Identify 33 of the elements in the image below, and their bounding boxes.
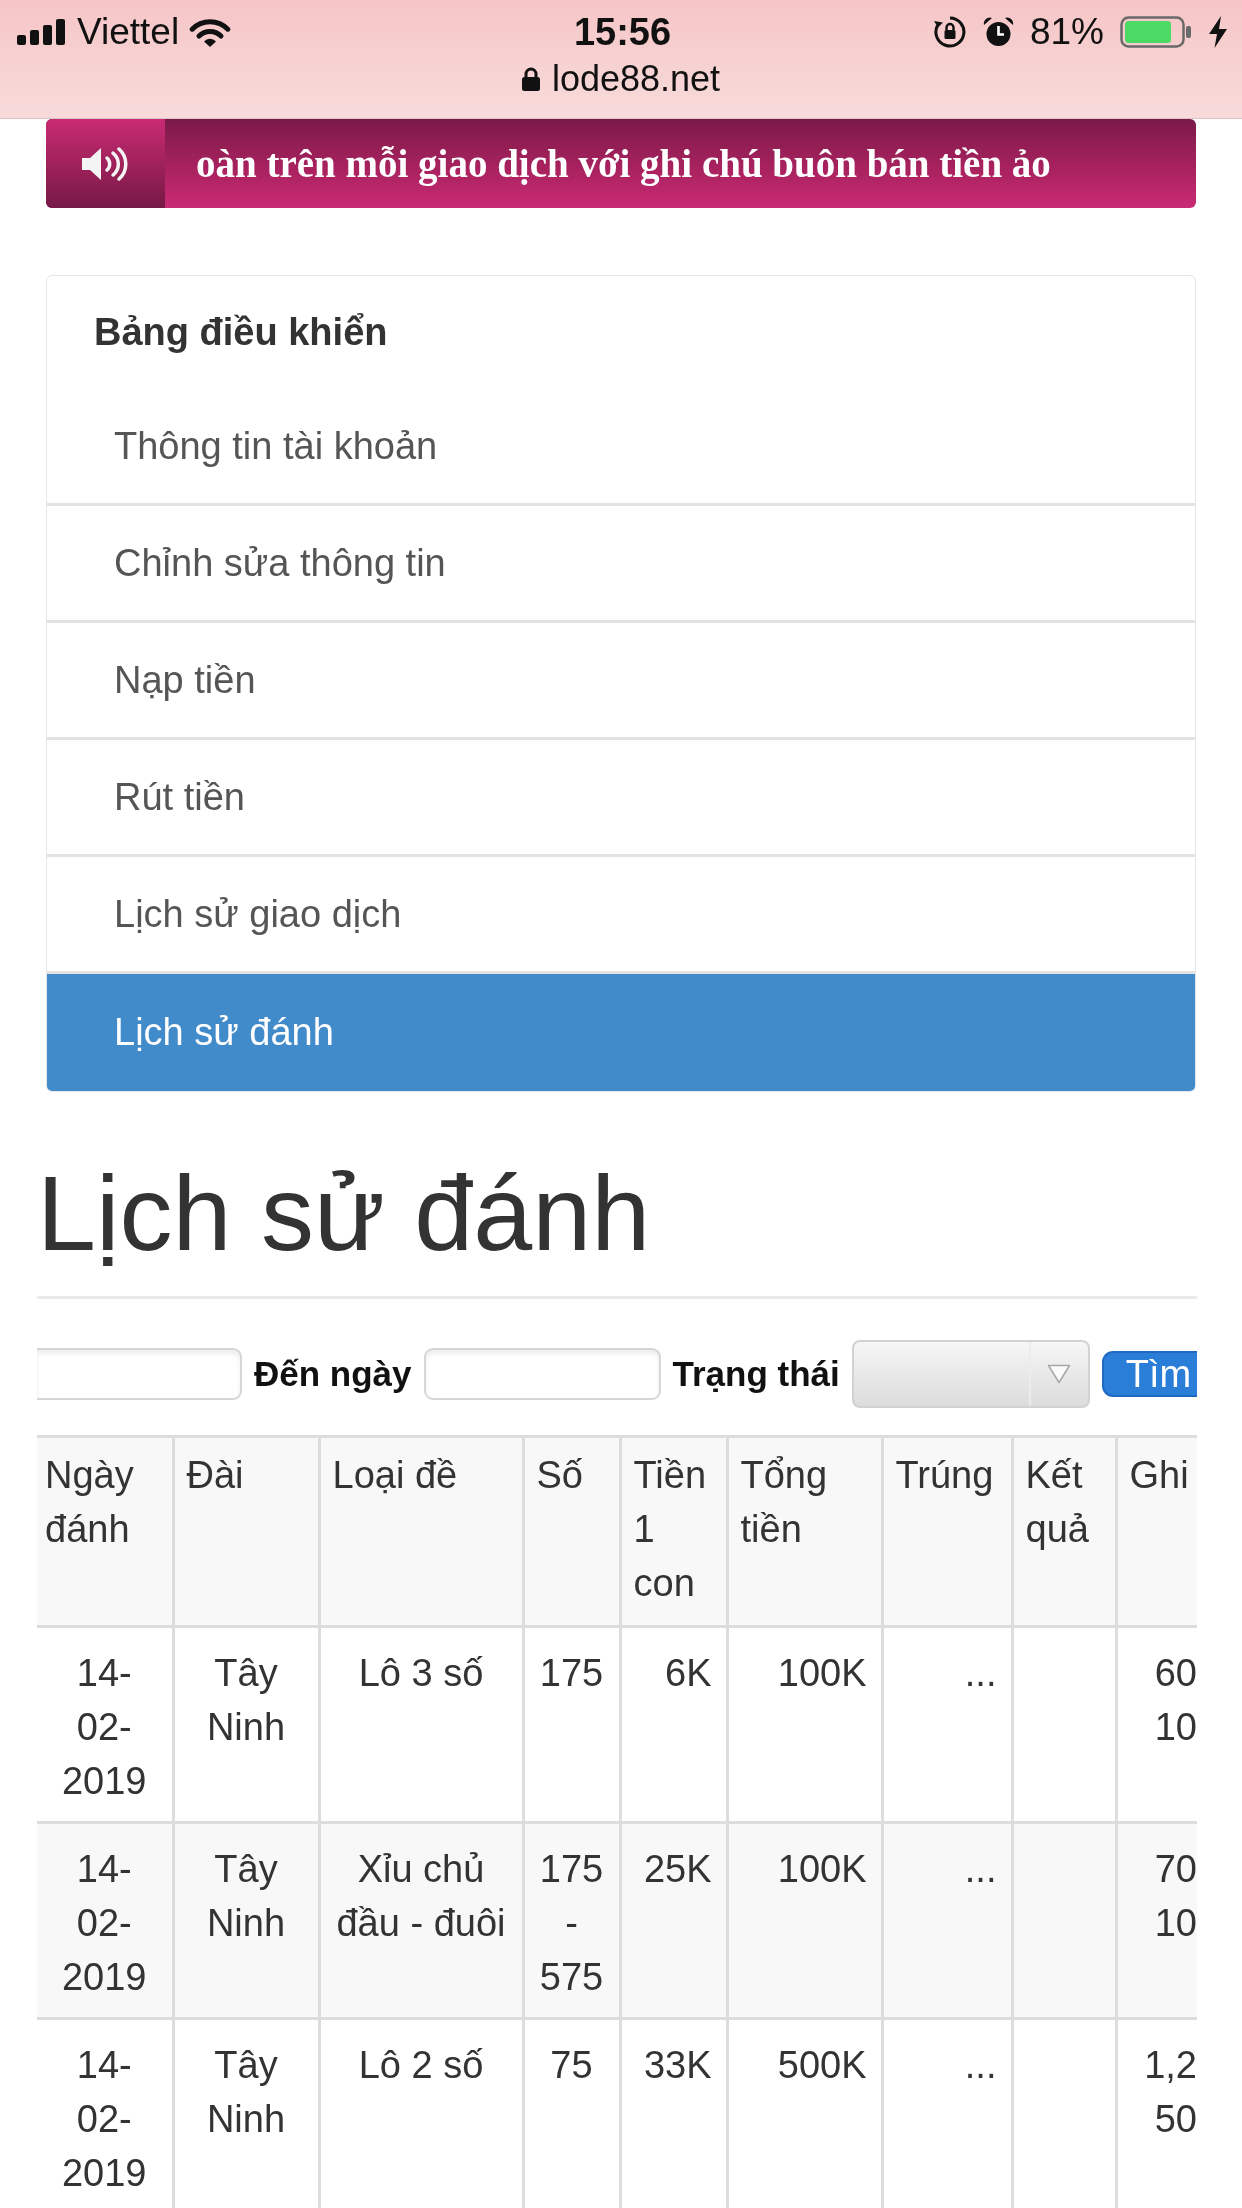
table-header-cell: Kết quả xyxy=(1012,1436,1116,1627)
filter-label: Trạng thái xyxy=(672,1353,840,1394)
battery-icon xyxy=(1120,16,1192,48)
table-header-cell: Tiền 1 con xyxy=(620,1436,727,1627)
dropdown-select[interactable] xyxy=(851,1339,1090,1408)
sidebar-item[interactable]: Lịch sử đánh xyxy=(47,974,1195,1091)
caret-icon xyxy=(1047,1363,1072,1384)
table-header-cell: Loại đề xyxy=(319,1436,523,1627)
table-header-cell: Trúng xyxy=(882,1436,1012,1627)
alarm-clock-icon xyxy=(982,16,1014,48)
lock-icon xyxy=(521,67,540,91)
input-field[interactable] xyxy=(423,1347,661,1400)
table-header-cell: Số xyxy=(523,1436,620,1627)
signal-icon xyxy=(17,19,67,45)
table-cell: 175 xyxy=(523,1626,620,1823)
filter-label: Đến ngày xyxy=(254,1353,412,1394)
table-header-cell: Đài xyxy=(173,1436,319,1627)
table-header-cell: Ngày đánh xyxy=(37,1436,173,1627)
rotation-lock-icon xyxy=(932,15,967,49)
carrier-name: Viettel xyxy=(77,11,180,53)
url-text[interactable]: lode88.net xyxy=(551,64,721,94)
input-field[interactable] xyxy=(37,1347,242,1400)
search-button[interactable]: Tìm xyxy=(1101,1350,1197,1397)
speaker-icon xyxy=(81,146,130,181)
charging-bolt-icon xyxy=(1208,16,1228,48)
sidebar-title: Bảng điều khiển xyxy=(93,310,389,355)
table-cell: 175 - 575 xyxy=(523,1822,620,2019)
table-header-cell: Tổng tiền xyxy=(727,1436,882,1627)
page-title: Lịch sử đánh xyxy=(37,1155,652,1272)
battery-percentage: 81% xyxy=(1029,11,1104,53)
wifi-icon xyxy=(189,16,232,48)
banner-text: oàn trên mỗi giao dịch với ghi chú buôn bán tiền ảo xyxy=(196,141,1051,186)
clock-time: 15:56 xyxy=(573,11,672,53)
